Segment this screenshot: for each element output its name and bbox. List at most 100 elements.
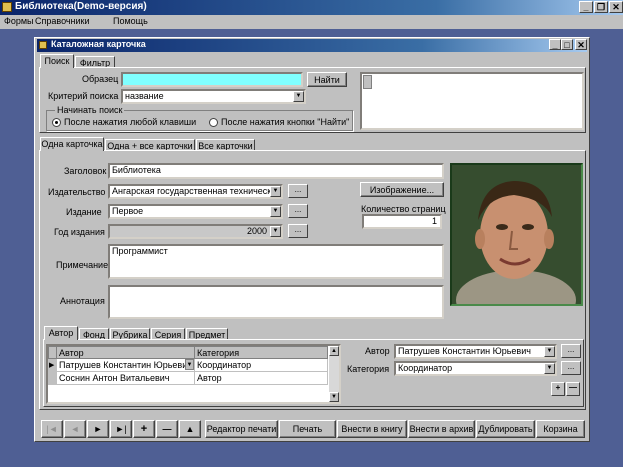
author-detail-label: Автор [365,346,390,356]
authors-table[interactable]: Автор Категория ▶ Патрушев Константин Юр… [46,344,341,404]
chevron-down-icon[interactable]: ▼ [293,91,304,102]
radio-any-key-label: После нажатия любой клавиши [64,117,197,127]
add-to-book-button[interactable]: Внести в книгу [337,420,407,438]
author-cell[interactable]: Патрушев Константин Юрьевич ▼ [56,358,195,372]
app-icon [2,2,12,12]
last-record-button[interactable]: ►| [110,420,132,438]
publisher-browse-button[interactable]: ... [288,184,308,198]
authors-grid: Автор Категория ▶ Патрушев Константин Юр… [48,346,328,385]
delete-record-button[interactable]: — [156,420,178,438]
restore-icon[interactable]: ❐ [594,1,608,13]
category-detail-label: Категория [347,364,390,374]
criteria-select[interactable]: название ▼ [121,89,306,104]
minimize-icon[interactable]: _ [579,1,593,13]
author-cell[interactable]: Соснин Антон Витальевич [56,371,195,385]
portrait-image [452,165,581,304]
card-panel: Заголовок Библиотека Издательство Ангарс… [39,150,586,410]
title-input[interactable]: Библиотека [108,163,444,179]
pages-label: Количество страниц [361,204,446,214]
print-button[interactable]: Печать [279,420,336,438]
tab-author[interactable]: Автор [44,326,78,340]
window-maximize-icon[interactable]: □ [561,39,573,50]
publisher-select[interactable]: Ангарская государственная техническа ▼ [108,184,283,199]
author-detail-select[interactable]: Патрушев Константин Юрьевич ▼ [394,344,557,359]
tab-search[interactable]: Поиск [40,54,74,68]
radio-any-key[interactable] [52,118,61,127]
radio-find-button[interactable] [209,118,218,127]
annotation-label: Аннотация [60,296,105,306]
add-record-button[interactable]: + [133,420,155,438]
category-detail-select[interactable]: Координатор ▼ [394,361,557,376]
window-title: Каталожная карточка [51,39,146,49]
window-icon [39,41,47,49]
criteria-label: Критерий поиска [48,91,119,101]
edition-select[interactable]: Первое ▼ [108,204,283,219]
print-editor-button[interactable]: Редактор печати [205,420,278,438]
remove-author-button[interactable]: — [566,382,580,396]
add-to-archive-button[interactable]: Внести в архив [408,420,475,438]
tab-one-card[interactable]: Одна карточка [40,137,104,151]
book-photo [450,163,583,306]
chevron-down-icon[interactable]: ▼ [185,359,194,370]
scroll-down-icon[interactable]: ▼ [329,392,339,402]
next-record-button[interactable]: ► [87,420,109,438]
menu-forms[interactable]: Формы [4,16,34,26]
window-minimize-icon[interactable]: _ [549,39,561,50]
table-row[interactable]: ▶ Патрушев Константин Юрьевич ▼ Координат… [48,358,328,372]
app-title: Библиотека(Demo-версия) [15,1,147,12]
radio-find-button-label: После нажатия кнопки "Найти" [221,117,350,127]
pages-input[interactable]: 1 [362,214,442,229]
catalog-card-window: Каталожная карточка _ □ ✕ Поиск Фильтр О… [34,37,590,442]
menu-references[interactable]: Справочники [35,16,90,26]
annotation-input[interactable] [108,285,444,319]
start-search-group: Начинать поиск После нажатия любой клави… [46,105,353,131]
radio-dot-icon [55,121,58,124]
category-browse-button[interactable]: ... [561,361,581,375]
table-header-row: Автор Категория [48,346,328,359]
find-button[interactable]: Найти [307,72,347,87]
chevron-down-icon[interactable]: ▼ [270,206,281,217]
post-record-button[interactable]: ▲ [179,420,201,438]
list-selection-marker [363,75,372,89]
duplicate-button[interactable]: Дублировать [476,420,535,438]
prev-record-button[interactable]: ◄ [64,420,86,438]
chevron-down-icon[interactable]: ▼ [270,186,281,197]
search-panel: Образец Найти Критерий поиска название ▼ … [39,67,586,133]
header-marker [48,346,57,359]
first-record-button[interactable]: |◄ [41,420,63,438]
note-label: Примечание [56,260,109,270]
category-cell[interactable]: Автор [194,371,328,385]
app-title-bar: Библиотека(Demo-версия) _ ❐ ✕ [0,0,623,15]
author-browse-button[interactable]: ... [561,344,581,358]
table-row[interactable]: Соснин Антон Витальевич Автор [48,371,328,385]
menu-help[interactable]: Помощь [113,16,148,26]
chevron-down-icon[interactable]: ▼ [544,363,555,374]
scroll-up-icon[interactable]: ▲ [329,346,339,356]
column-author-header[interactable]: Автор [56,346,195,359]
edition-label: Издание [66,207,102,217]
year-select[interactable]: 2000 ▼ [108,224,283,239]
add-author-button[interactable]: + [551,382,565,396]
image-button[interactable]: Изображение... [360,182,444,197]
window-close-icon[interactable]: ✕ [575,39,587,50]
search-results-list[interactable] [360,72,584,130]
tab-search-label: Поиск [44,56,70,66]
chevron-down-icon[interactable]: ▼ [544,346,555,357]
author-panel: Автор Категория ▶ Патрушев Константин Юр… [43,339,584,407]
column-category-header[interactable]: Категория [194,346,328,359]
window-title-bar: Каталожная карточка _ □ ✕ [37,39,587,52]
row-pointer-icon: ▶ [48,358,57,372]
chevron-down-icon[interactable]: ▼ [270,226,281,237]
category-cell[interactable]: Координатор [194,358,328,372]
table-scrollbar[interactable]: ▲ ▼ [329,346,339,402]
edition-browse-button[interactable]: ... [288,204,308,218]
menu-bar: Формы Справочники Помощь [0,15,623,29]
sample-label: Образец [82,74,119,84]
title-label: Заголовок [64,166,107,176]
trash-button[interactable]: Корзина [536,420,585,438]
note-input[interactable]: Программист [108,244,444,279]
year-browse-button[interactable]: ... [288,224,308,238]
close-icon[interactable]: ✕ [609,1,623,13]
publisher-label: Издательство [48,187,106,197]
sample-input[interactable] [121,72,303,87]
